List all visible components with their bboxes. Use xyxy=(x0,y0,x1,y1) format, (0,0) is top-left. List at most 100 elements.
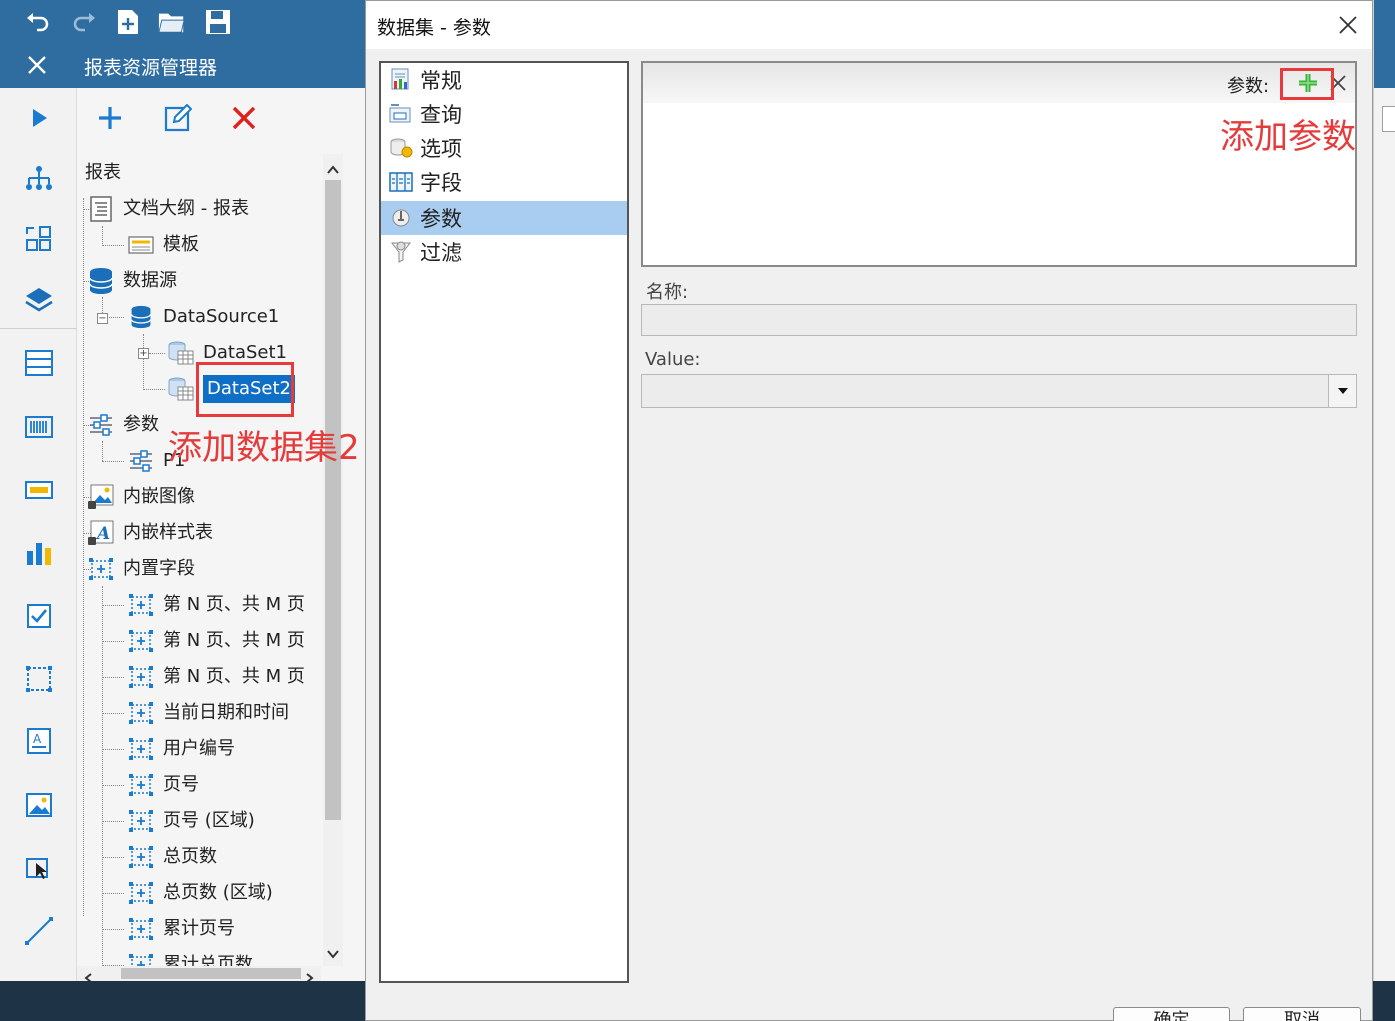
table-icon[interactable] xyxy=(24,348,54,378)
field-icon xyxy=(127,627,155,655)
tree-line xyxy=(102,893,124,894)
checkbox-icon[interactable] xyxy=(24,601,54,631)
container-icon[interactable] xyxy=(24,664,54,694)
close-icon[interactable] xyxy=(24,52,50,80)
textbox-icon[interactable] xyxy=(24,475,54,505)
redo-icon[interactable] xyxy=(70,8,98,36)
tree-root-report[interactable]: 报表 xyxy=(85,156,121,190)
close-icon[interactable] xyxy=(1336,13,1360,37)
tree-item-builtin[interactable]: 第 N 页、共 M 页 xyxy=(127,588,305,622)
name-input[interactable] xyxy=(641,304,1357,336)
field-icon xyxy=(127,771,155,799)
rich-text-icon[interactable]: A xyxy=(24,726,54,756)
open-folder-icon[interactable] xyxy=(158,8,186,36)
outline-icon xyxy=(87,195,115,223)
cancel-button[interactable]: 取消 xyxy=(1243,1007,1361,1021)
tree-item-builtin[interactable]: 总页数 xyxy=(127,840,217,874)
nav-label: 常规 xyxy=(420,69,462,93)
layers-icon[interactable] xyxy=(24,285,54,315)
hierarchy-icon[interactable] xyxy=(24,163,54,193)
field-icon xyxy=(127,915,155,943)
collapse-toggle[interactable]: − xyxy=(97,313,108,324)
bar-chart-icon[interactable] xyxy=(24,538,54,568)
nav-item-parameters[interactable]: 参数 xyxy=(381,201,627,235)
tree-item-builtin-fields[interactable]: 内置字段 xyxy=(87,552,195,586)
tree-item-embedded-styles[interactable]: A 内嵌样式表 xyxy=(87,516,213,550)
scroll-up-icon[interactable] xyxy=(326,160,340,174)
tree-item-builtin[interactable]: 用户编号 xyxy=(127,732,235,766)
value-select[interactable] xyxy=(641,374,1357,408)
field-icon xyxy=(127,951,155,966)
parameter-list[interactable]: 参数: xyxy=(641,61,1357,267)
tree-label: 页号 xyxy=(163,774,199,795)
tree-item-outline[interactable]: 文档大纲 - 报表 xyxy=(87,192,249,226)
tree-item-builtin[interactable]: 累计页号 xyxy=(127,912,235,946)
expand-toggle[interactable]: + xyxy=(138,348,149,359)
nav-item-filter[interactable]: 过滤 xyxy=(381,235,627,269)
tree-line xyxy=(102,749,124,750)
nav-item-query[interactable]: 查询 xyxy=(381,97,627,131)
tree-label: 第 N 页、共 M 页 xyxy=(163,666,305,687)
components-icon[interactable] xyxy=(24,224,54,254)
tree-item-builtin[interactable]: 累计总页数 xyxy=(127,948,253,966)
tree-label: 当前日期和时间 xyxy=(163,702,289,723)
tree-item-datasource1[interactable]: DataSource1 xyxy=(127,300,279,334)
undo-icon[interactable] xyxy=(24,8,52,36)
tree-vertical-scrollbar[interactable] xyxy=(323,154,343,966)
database-icon xyxy=(87,267,115,295)
panel-title: 报表资源管理器 xyxy=(84,57,218,79)
tree-item-builtin[interactable]: 第 N 页、共 M 页 xyxy=(127,624,305,658)
tree-item-template[interactable]: 模板 xyxy=(127,228,199,262)
tree-item-datasources[interactable]: 数据源 xyxy=(87,264,177,298)
dataset-icon xyxy=(167,339,195,367)
scroll-thumb[interactable] xyxy=(121,968,301,979)
tree-line xyxy=(149,353,165,354)
tree-line xyxy=(102,929,124,930)
tree-label: 累计总页数 xyxy=(163,954,253,966)
barcode-icon[interactable] xyxy=(24,412,54,442)
options-icon xyxy=(389,136,413,160)
ok-button[interactable]: 确定 xyxy=(1113,1007,1230,1021)
nav-item-general[interactable]: 常规 xyxy=(381,63,627,97)
new-file-icon[interactable] xyxy=(114,8,142,36)
tree-line xyxy=(102,857,124,858)
play-icon[interactable] xyxy=(24,103,54,133)
field-icon xyxy=(127,843,155,871)
nav-item-fields[interactable]: 字段 xyxy=(381,165,627,199)
parameters-icon xyxy=(87,411,115,439)
dataset-icon xyxy=(167,375,195,403)
tree-item-builtin[interactable]: 当前日期和时间 xyxy=(127,696,289,730)
tree-item-builtin[interactable]: 页号 xyxy=(127,768,199,802)
parameter-icon xyxy=(127,447,155,475)
scroll-down-icon[interactable] xyxy=(326,944,340,959)
tree-item-builtin[interactable]: 页号 (区域) xyxy=(127,804,255,838)
tree-horizontal-scrollbar[interactable] xyxy=(77,966,321,983)
tree-label: 第 N 页、共 M 页 xyxy=(163,630,305,651)
tree-item-parameters[interactable]: 参数 xyxy=(87,408,159,442)
image-icon[interactable] xyxy=(24,790,54,820)
delete-icon[interactable] xyxy=(228,102,260,134)
tree-item-embedded-images[interactable]: 内嵌图像 xyxy=(87,480,195,514)
background-window-edge xyxy=(1373,0,1395,981)
svg-text:A: A xyxy=(33,732,42,746)
tree-item-builtin[interactable]: 第 N 页、共 M 页 xyxy=(127,660,305,694)
pointer-icon[interactable] xyxy=(24,853,54,883)
tree-line xyxy=(102,605,124,606)
nav-label: 查询 xyxy=(420,103,462,127)
scroll-left-icon[interactable] xyxy=(83,968,93,983)
tree-label: 第 N 页、共 M 页 xyxy=(163,594,305,615)
tree-label: 模板 xyxy=(163,234,199,255)
tree-line xyxy=(143,334,144,390)
field-icon xyxy=(127,879,155,907)
tree-label: 页号 (区域) xyxy=(163,810,255,831)
save-icon[interactable] xyxy=(204,8,232,36)
tree-label: 内置字段 xyxy=(123,558,195,579)
chevron-down-icon[interactable] xyxy=(1328,375,1356,407)
edit-icon[interactable] xyxy=(162,102,194,134)
scroll-thumb[interactable] xyxy=(325,180,341,820)
scroll-right-icon[interactable] xyxy=(305,968,315,983)
add-icon[interactable] xyxy=(94,102,126,134)
nav-item-options[interactable]: 选项 xyxy=(381,131,627,165)
line-icon[interactable] xyxy=(24,916,54,946)
tree-item-builtin[interactable]: 总页数 (区域) xyxy=(127,876,273,910)
